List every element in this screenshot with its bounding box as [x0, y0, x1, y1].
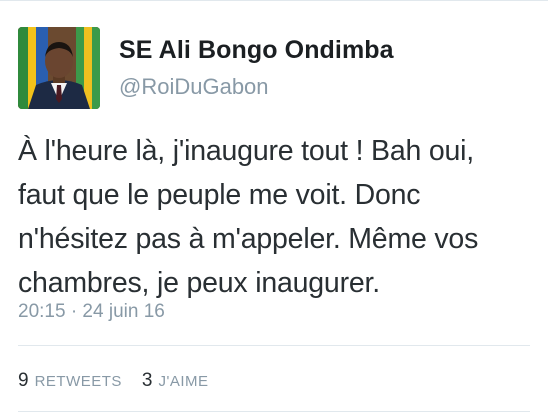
tweet-text-line: chambres, je peux inaugurer. — [18, 267, 380, 299]
tweet-text-line: À l'heure là, j'inaugure tout ! Bah oui, — [18, 135, 475, 167]
display-name[interactable]: SE Ali Bongo Ondimba — [119, 36, 394, 65]
avatar[interactable] — [18, 27, 100, 109]
retweets-label: RETWEETS — [34, 373, 122, 390]
tweet-text: À l'heure là, j'inaugure tout ! Bah oui,… — [18, 129, 538, 305]
user-handle[interactable]: @RoiDuGabon — [119, 74, 269, 100]
tweet-text-line: n'hésitez pas à m'appeler. Même vos — [18, 223, 479, 255]
tweet-text-line: faut que le peuple me voit. Donc — [18, 179, 421, 211]
retweets-stat[interactable]: 9 RETWEETS — [18, 370, 122, 392]
tweet-timestamp[interactable]: 20:15 · 24 juin 16 — [18, 301, 165, 323]
profile-photo-icon — [18, 27, 100, 109]
likes-label: J'AIME — [158, 373, 209, 390]
divider — [18, 345, 530, 346]
retweets-count: 9 — [18, 370, 29, 391]
tweet-stats: 9 RETWEETS 3 J'AIME — [18, 370, 229, 392]
tweet-card: SE Ali Bongo Ondimba @RoiDuGabon À l'heu… — [0, 0, 548, 414]
likes-stat[interactable]: 3 J'AIME — [142, 370, 209, 392]
likes-count: 3 — [141, 370, 153, 391]
divider — [18, 411, 530, 412]
